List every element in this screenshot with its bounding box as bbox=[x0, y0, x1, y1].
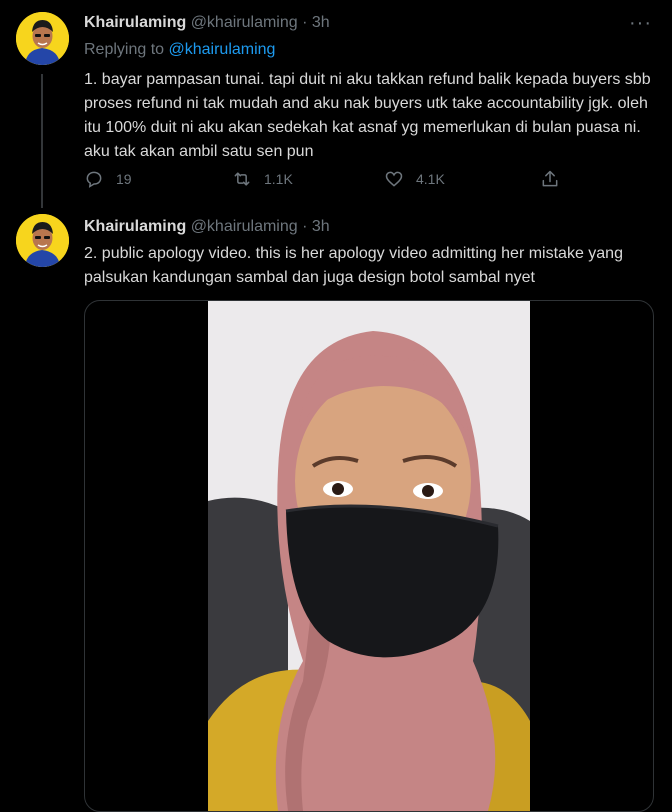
reply-button[interactable]: 19 bbox=[84, 164, 132, 194]
tweet-actions: 19 1.1K 4.1K bbox=[84, 164, 574, 194]
author-handle[interactable]: @khairulaming bbox=[191, 218, 298, 235]
share-icon bbox=[542, 170, 558, 187]
replying-to: Replying to @khairulaming bbox=[84, 41, 275, 59]
timestamp[interactable]: 3h bbox=[312, 218, 330, 235]
retweet-icon bbox=[234, 172, 250, 186]
author-handle[interactable]: @khairulaming bbox=[191, 14, 298, 31]
heart-icon bbox=[385, 171, 403, 187]
retweet-button[interactable]: 1.1K bbox=[232, 164, 293, 194]
tweet-header: Khairulaming @khairulaming · 3h bbox=[84, 14, 330, 32]
tweet[interactable]: Khairulaming @khairulaming · 3h 2. publi… bbox=[0, 206, 672, 812]
tweet-header: Khairulaming @khairulaming · 3h bbox=[84, 218, 330, 236]
like-button[interactable]: 4.1K bbox=[384, 164, 445, 194]
separator-dot: · bbox=[302, 14, 308, 31]
tweet[interactable]: Khairulaming @khairulaming · 3h ··· Repl… bbox=[0, 0, 672, 208]
retweet-count: 1.1K bbox=[264, 171, 293, 187]
replying-to-link[interactable]: @khairulaming bbox=[169, 41, 276, 58]
avatar[interactable] bbox=[16, 214, 69, 267]
like-count: 4.1K bbox=[416, 171, 445, 187]
avatar[interactable] bbox=[16, 12, 69, 65]
reply-count: 19 bbox=[116, 171, 132, 187]
tweet-text: 1. bayar pampasan tunai. tapi duit ni ak… bbox=[84, 71, 651, 160]
video-player[interactable] bbox=[84, 300, 654, 812]
share-button[interactable] bbox=[540, 164, 572, 194]
video-thumbnail[interactable] bbox=[208, 301, 530, 811]
more-options-icon[interactable]: ··· bbox=[629, 12, 652, 35]
thread-line bbox=[41, 74, 43, 208]
separator-dot: · bbox=[302, 218, 308, 235]
author-name[interactable]: Khairulaming bbox=[84, 14, 186, 31]
timestamp[interactable]: 3h bbox=[312, 14, 330, 31]
author-name[interactable]: Khairulaming bbox=[84, 218, 186, 235]
replying-prefix: Replying to bbox=[84, 41, 165, 58]
tweet-text: 2. public apology video. this is her apo… bbox=[84, 245, 623, 286]
reply-icon bbox=[86, 171, 102, 188]
